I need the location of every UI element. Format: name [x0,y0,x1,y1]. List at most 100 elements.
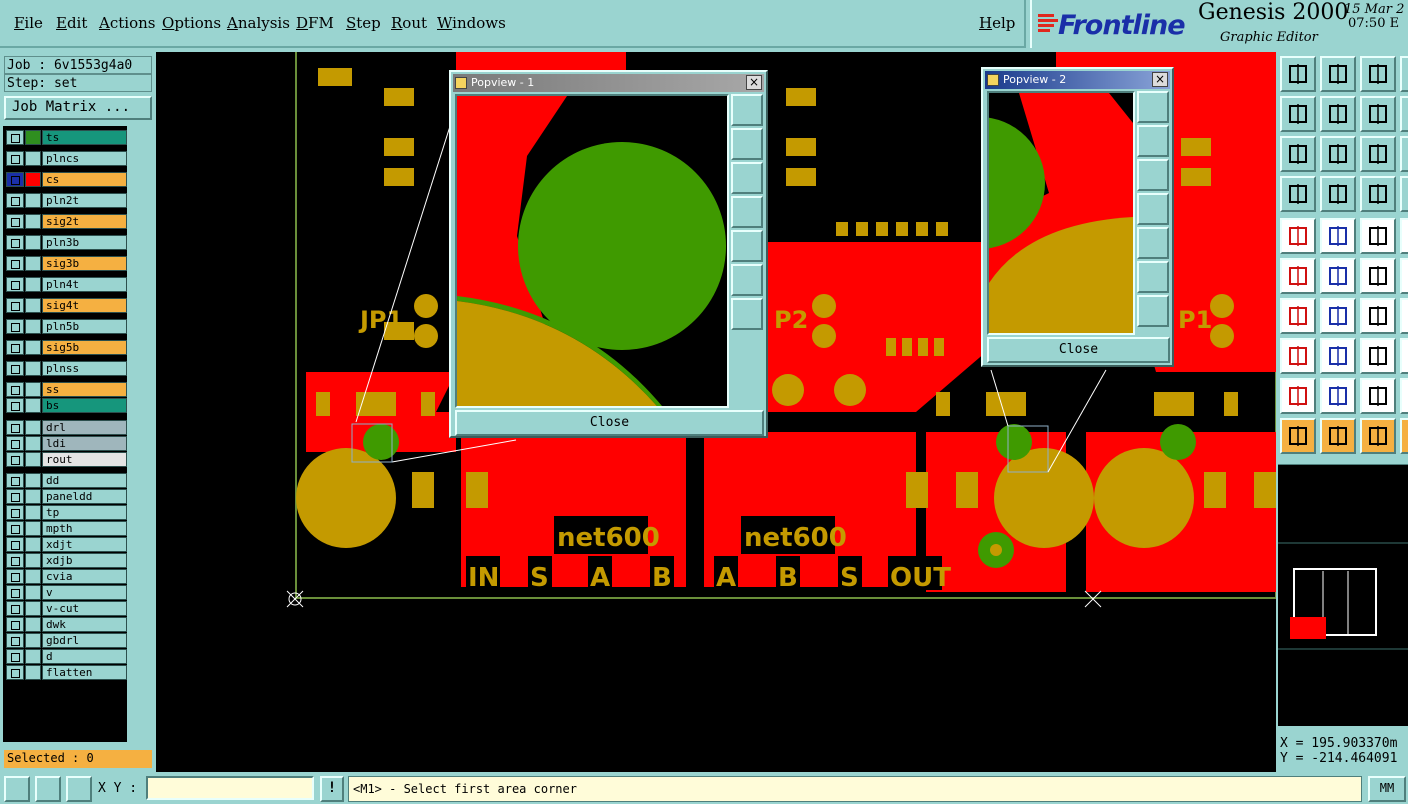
layer-row-plnss[interactable]: plnss [6,361,127,376]
measure-tool-icon[interactable] [1280,176,1316,212]
close-icon[interactable]: × [746,75,762,90]
triangle-tool-icon[interactable] [1280,378,1316,414]
layer-row-sig3b[interactable]: sig3b [6,256,127,271]
layer-checkbox[interactable] [6,361,24,376]
home-view-icon[interactable] [1360,56,1396,92]
layer-checkbox[interactable] [6,553,24,568]
probe-tool-icon[interactable] [1320,176,1356,212]
zoom-fit-icon[interactable] [1320,56,1356,92]
dash-line-icon[interactable] [1320,338,1356,374]
layer-row-flatten[interactable]: flatten [6,665,127,680]
layer-color-swatch[interactable] [25,489,41,504]
layer-row-drl[interactable]: drl [6,420,127,435]
pan-right-icon[interactable] [1320,96,1356,132]
layer-color-swatch[interactable] [25,277,41,292]
layer-name[interactable]: sig4t [42,298,127,313]
layer-checkbox[interactable] [6,256,24,271]
polyline-tool-icon[interactable] [1320,378,1356,414]
zoom-home-icon[interactable] [1280,56,1316,92]
extra-tool-icon[interactable] [1400,96,1408,132]
layer-row-bs[interactable]: bs [6,398,127,413]
layer-name[interactable]: pln5b [42,319,127,334]
layer-checkbox[interactable] [6,665,24,680]
layer-color-swatch[interactable] [25,214,41,229]
layer-name[interactable]: cs [42,172,127,187]
snap-point-icon[interactable] [1280,338,1316,374]
layer-color-swatch[interactable] [25,256,41,271]
zoom-area-icon[interactable] [1280,136,1316,172]
layer-checkbox[interactable] [6,537,24,552]
layer-row-sig4t[interactable]: sig4t [6,298,127,313]
layer-color-swatch[interactable] [25,585,41,600]
extra-tool-icon[interactable] [1400,298,1408,334]
layer-row-pln5b[interactable]: pln5b [6,319,127,334]
layer-color-swatch[interactable] [25,130,41,145]
layer-row-gbdrl[interactable]: gbdrl [6,633,127,648]
window-menu-icon[interactable] [987,74,999,86]
zoom-one-to-two-icon[interactable] [1360,136,1396,172]
layer-row-cvia[interactable]: cvia [6,569,127,584]
popview-pan-left-icon[interactable] [731,196,763,228]
menu-analysis[interactable]: Analysis [227,14,290,32]
menu-rout[interactable]: Rout [391,14,427,32]
layer-color-swatch[interactable] [25,151,41,166]
layer-color-swatch[interactable] [25,436,41,451]
layer-color-swatch[interactable] [25,382,41,397]
layer-name[interactable]: plncs [42,151,127,166]
layer-color-swatch[interactable] [25,601,41,616]
layer-color-swatch[interactable] [25,319,41,334]
layer-row-sig2t[interactable]: sig2t [6,214,127,229]
layer-color-swatch[interactable] [25,452,41,467]
layer-color-swatch[interactable] [25,473,41,488]
layer-checkbox[interactable] [6,398,24,413]
layer-row-dwk[interactable]: dwk [6,617,127,632]
layer-name[interactable]: bs [42,398,127,413]
layer-checkbox[interactable] [6,569,24,584]
popview-pan-right-icon[interactable] [1137,227,1169,259]
layer-color-swatch[interactable] [25,537,41,552]
layer-checkbox[interactable] [6,473,24,488]
layer-name[interactable]: dwk [42,617,127,632]
layer-color-swatch[interactable] [25,649,41,664]
popview-pan-left-icon[interactable] [1137,193,1169,225]
layer-name[interactable]: xdjb [42,553,127,568]
popview-fit-icon[interactable] [731,94,763,126]
popview-1-close-button[interactable]: Close [455,410,764,436]
popview-zoom-out-icon[interactable] [1137,261,1169,293]
layer-name[interactable]: v [42,585,127,600]
layer-row-sig5b[interactable]: sig5b [6,340,127,355]
layer-checkbox[interactable] [6,130,24,145]
layer-name[interactable]: pln3b [42,235,127,250]
layer-name[interactable]: rout [42,452,127,467]
extra-tool-icon[interactable] [1400,378,1408,414]
layer-name[interactable]: ts [42,130,127,145]
layer-checkbox[interactable] [6,214,24,229]
layer-name[interactable]: mpth [42,521,127,536]
layer-color-swatch[interactable] [25,569,41,584]
layer-row-v-cut[interactable]: v-cut [6,601,127,616]
layer-name[interactable]: sig3b [42,256,127,271]
layer-name[interactable]: cvia [42,569,127,584]
menu-actions[interactable]: Actions [99,14,155,32]
layer-row-xdjb[interactable]: xdjb [6,553,127,568]
xy-input[interactable] [146,776,314,800]
popview-zoom-out-icon[interactable] [731,264,763,296]
menu-options[interactable]: Options [162,14,221,32]
layer-color-swatch[interactable] [25,398,41,413]
popview-pan-up-icon[interactable] [1137,125,1169,157]
layer-row-tp[interactable]: tp [6,505,127,520]
layer-color-swatch[interactable] [25,633,41,648]
layer-row-ldi[interactable]: ldi [6,436,127,451]
popview-1-view[interactable] [455,94,729,408]
layer-name[interactable]: xdjt [42,537,127,552]
popview-zoom-in-icon[interactable] [731,298,763,330]
menu-file[interactable]: File [14,14,43,32]
layer-row-v[interactable]: v [6,585,127,600]
layer-checkbox[interactable] [6,382,24,397]
layer-color-swatch[interactable] [25,361,41,376]
layer-checkbox[interactable] [6,521,24,536]
extra-tool-icon[interactable] [1400,136,1408,172]
layer-name[interactable]: gbdrl [42,633,127,648]
menu-windows[interactable]: Windows [437,14,506,32]
layer-checkbox[interactable] [6,617,24,632]
